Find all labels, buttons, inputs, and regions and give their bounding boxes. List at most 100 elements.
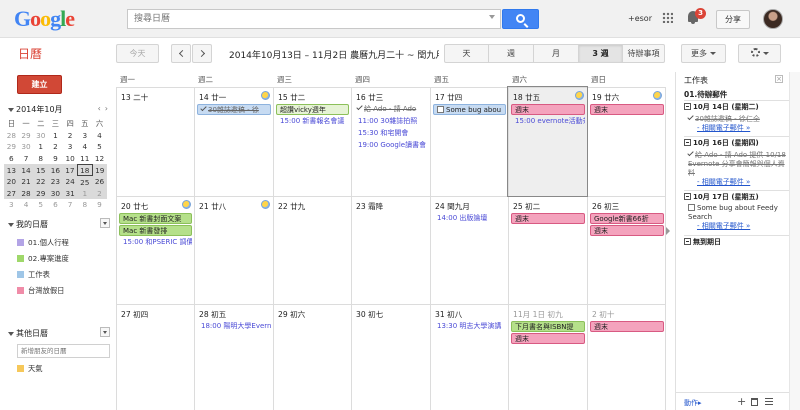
- day-number[interactable]: 23 霜降: [356, 201, 383, 212]
- more-button[interactable]: 更多: [681, 44, 726, 63]
- day-cell[interactable]: 26 初三 Google新書66折 週末: [587, 196, 666, 304]
- mini-calendar-day[interactable]: 4: [92, 130, 107, 142]
- mini-calendar-day[interactable]: 6: [4, 153, 19, 165]
- mini-calendar-day[interactable]: 24: [62, 175, 78, 188]
- day-number[interactable]: 22 廿九: [278, 201, 305, 212]
- mini-calendar-day[interactable]: 8: [77, 199, 92, 211]
- task-list-title[interactable]: 01.待辦郵件: [684, 89, 727, 100]
- create-event-button[interactable]: 建立: [17, 75, 62, 94]
- event-chip[interactable]: Google新書66折: [590, 213, 664, 224]
- mini-calendar-day[interactable]: 3: [77, 130, 92, 142]
- task-checkbox-icon[interactable]: [688, 204, 695, 211]
- other-calendars-menu-icon[interactable]: [100, 327, 110, 337]
- mini-calendar-day[interactable]: 17: [62, 164, 78, 176]
- day-cell[interactable]: 2 初十 週末: [587, 304, 666, 410]
- event-chip[interactable]: 給 Ado - 請 Ado: [354, 104, 428, 115]
- search-input[interactable]: [128, 10, 468, 28]
- search-options-icon[interactable]: [489, 15, 495, 19]
- day-number[interactable]: 19 廿六: [592, 92, 619, 103]
- weather-icon[interactable]: [653, 91, 662, 100]
- day-cell[interactable]: 25 初二 週末: [508, 196, 587, 304]
- event-chip[interactable]: 15:00 新書報名會議: [276, 116, 349, 127]
- day-number[interactable]: 20 廿七: [121, 201, 148, 212]
- day-cell[interactable]: 15 廿二 超讚vicky週年 15:00 新書報名會議: [273, 87, 351, 196]
- mini-calendar-day[interactable]: 5: [92, 141, 107, 153]
- actions-menu[interactable]: 動作▸: [684, 398, 702, 408]
- day-cell[interactable]: 24 閏九月 14:00 出版論壇: [430, 196, 508, 304]
- day-cell[interactable]: 18 廿五 週末 15:00 evernote活動茶: [507, 86, 588, 197]
- day-number[interactable]: 31 初八: [435, 309, 462, 320]
- mini-calendar-day[interactable]: 30: [33, 130, 48, 142]
- mini-calendar-day[interactable]: 2: [63, 130, 78, 142]
- view-button-4[interactable]: 待辦事項: [623, 44, 665, 63]
- mini-calendar-day[interactable]: 10: [63, 153, 78, 165]
- day-number[interactable]: 17 廿四: [435, 92, 462, 103]
- mini-calendar-day[interactable]: 30: [48, 187, 63, 200]
- day-number[interactable]: 13 二十: [121, 92, 148, 103]
- day-number[interactable]: 11月 1日 初九: [513, 309, 563, 320]
- day-cell[interactable]: 23 霜降: [351, 196, 430, 304]
- mini-calendar-day[interactable]: 29: [4, 141, 19, 153]
- mini-calendar-day[interactable]: 27: [4, 187, 19, 200]
- mini-calendar-day[interactable]: 13: [4, 164, 19, 176]
- mini-calendar-day[interactable]: 3: [63, 141, 78, 153]
- day-cell[interactable]: 22 廿九: [273, 196, 351, 304]
- view-button-1[interactable]: 週: [489, 44, 534, 63]
- task-group-header[interactable]: 10月 17日 (星期五): [684, 192, 759, 202]
- day-number[interactable]: 28 初五: [199, 309, 226, 320]
- day-cell[interactable]: 19 廿六 週末: [587, 87, 666, 196]
- event-chip[interactable]: 19:00 Google讀書會: [354, 140, 428, 151]
- day-cell[interactable]: 20 廿七 Mac 新書封面文案 Mac 新書發排 15:00 和PSERIC 調價: [116, 196, 194, 304]
- collapse-minus-icon[interactable]: [684, 103, 691, 110]
- mini-calendar-day[interactable]: 9: [92, 199, 107, 211]
- mini-calendar-day[interactable]: 9: [48, 153, 63, 165]
- day-number[interactable]: 14 廿一: [199, 92, 226, 103]
- day-number[interactable]: 21 廿八: [199, 201, 226, 212]
- my-calendars-menu-icon[interactable]: [100, 218, 110, 228]
- event-chip[interactable]: 週末: [511, 104, 585, 115]
- search-button[interactable]: [502, 9, 539, 29]
- mini-calendar-day[interactable]: 19: [92, 164, 107, 176]
- event-chip[interactable]: 30雜誌邀稿 - 徐: [197, 104, 271, 115]
- mini-calendar-day[interactable]: 4: [19, 199, 34, 211]
- weather-icon[interactable]: [261, 200, 270, 209]
- day-cell[interactable]: 13 二十: [116, 87, 194, 196]
- event-chip[interactable]: 週末: [511, 213, 585, 224]
- today-button[interactable]: 今天: [116, 44, 159, 63]
- mini-calendar-day[interactable]: 25: [77, 175, 93, 188]
- day-cell[interactable]: 21 廿八: [194, 196, 273, 304]
- task-item[interactable]: 30雜誌邀稿 - 徐仁全 - 相關電子郵件 »: [687, 113, 786, 133]
- related-email-link[interactable]: - 相關電子郵件 »: [697, 222, 750, 230]
- next-period-button[interactable]: [192, 44, 212, 63]
- calendar-color-swatch[interactable]: [17, 365, 24, 372]
- mini-calendar-day[interactable]: 7: [19, 153, 34, 165]
- weather-icon[interactable]: [261, 91, 270, 100]
- mini-calendar-day[interactable]: 18: [76, 163, 93, 177]
- add-task-icon[interactable]: +: [737, 396, 746, 407]
- mini-calendar-day[interactable]: 28: [18, 187, 34, 200]
- search-box[interactable]: [127, 9, 501, 29]
- mini-calendar-day[interactable]: 21: [18, 175, 34, 188]
- collapse-minus-icon[interactable]: [684, 193, 691, 200]
- calendar-color-swatch[interactable]: [17, 287, 24, 294]
- mini-calendar-day[interactable]: 20: [4, 175, 19, 188]
- prev-period-button[interactable]: [171, 44, 191, 63]
- event-chip[interactable]: Some bug abou: [433, 104, 506, 115]
- event-chip[interactable]: 14:00 出版論壇: [433, 213, 506, 224]
- event-chip[interactable]: 下月書名與ISBN提: [511, 321, 585, 332]
- event-chip[interactable]: 超讚vicky週年: [276, 104, 349, 115]
- related-email-link[interactable]: - 相關電子郵件 »: [697, 178, 750, 186]
- task-group-header[interactable]: 無到期日: [684, 237, 721, 247]
- event-chip[interactable]: 11:00 30雜誌拍照: [354, 116, 428, 127]
- calendar-item[interactable]: 01.個人行程: [17, 238, 69, 248]
- checkmark-icon[interactable]: [687, 113, 694, 121]
- close-icon[interactable]: ×: [775, 75, 783, 83]
- add-friend-calendar-input[interactable]: [17, 344, 110, 358]
- settings-button[interactable]: [738, 44, 781, 63]
- trash-icon[interactable]: [751, 398, 758, 406]
- mini-calendar-day[interactable]: 22: [33, 175, 49, 188]
- event-chip[interactable]: Mac 新書發排: [119, 225, 192, 236]
- day-cell[interactable]: 30 初七: [351, 304, 430, 410]
- event-chip[interactable]: 週末: [511, 333, 585, 344]
- day-cell[interactable]: 14 廿一 30雜誌邀稿 - 徐: [194, 87, 273, 196]
